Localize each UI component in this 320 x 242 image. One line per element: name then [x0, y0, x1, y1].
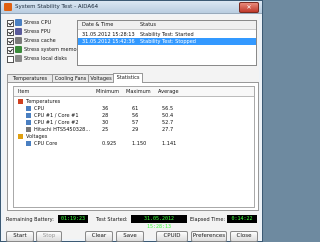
stats-row[interactable]: CPU #1 / Core #2 30 57 52.7: [14, 120, 254, 126]
memory-icon: [15, 46, 22, 53]
stress-option-label: Stress FPU: [24, 29, 51, 35]
stats-min: 0.925: [102, 141, 117, 147]
stop-button[interactable]: Stop: [36, 231, 62, 242]
stress-checkbox[interactable]: [7, 20, 14, 27]
fpu-icon: [15, 28, 22, 35]
stats-min: 25: [102, 127, 109, 133]
stats-item: Hitachi HTS5450328...: [34, 127, 91, 133]
log-row[interactable]: 31.05.2012 15:28:13 Stability Test: Start…: [78, 31, 256, 38]
stress-option-label: Stress system memory: [24, 47, 82, 53]
status-bar: Remaining Battery: 01:19:23 Test Started…: [4, 215, 259, 230]
log-status: Stability Test: Stopped: [140, 39, 196, 45]
stress-option-label: Stress cache: [24, 38, 56, 44]
save-button[interactable]: Save: [116, 231, 144, 242]
stats-item: CPU #1 / Core #1: [34, 113, 79, 119]
elapsed-time-value: 0:14:22: [227, 215, 257, 223]
stats-max: 56: [132, 113, 139, 119]
stats-avg: 56.5: [162, 106, 174, 112]
stress-option[interactable]: Stress cache: [7, 36, 75, 45]
stress-checkbox[interactable]: [7, 38, 14, 45]
cpu-icon: [15, 19, 22, 26]
stats-avg: 50.4: [162, 113, 174, 119]
stats-group-row[interactable]: Voltages: [14, 134, 254, 140]
log-col-status[interactable]: Status: [140, 22, 156, 28]
stats-item: Voltages: [26, 134, 48, 140]
stats-avg: 27.7: [162, 127, 174, 133]
stats-col-max[interactable]: Maximum: [126, 89, 151, 95]
disk-icon: [26, 127, 31, 132]
stress-option[interactable]: Stress system memory: [7, 45, 82, 54]
stats-group-row[interactable]: Temperatures: [14, 99, 254, 105]
test-started-value: 31.05.2012 15:28:13: [131, 215, 187, 230]
stats-min: 36: [102, 106, 109, 112]
test-started-label: Test Started:: [96, 217, 128, 223]
voltage-icon: [18, 134, 23, 139]
stress-checkbox[interactable]: [7, 47, 14, 54]
tab-statistics[interactable]: Statistics: [113, 73, 143, 83]
statistics-panel: Item Minimum Maximum Average Temperature…: [7, 82, 259, 211]
stress-checkbox[interactable]: [7, 56, 14, 63]
close-button[interactable]: Close: [230, 231, 258, 242]
stats-item: CPU: [34, 106, 45, 112]
stress-checkbox[interactable]: [7, 29, 14, 36]
stats-avg: 52.7: [162, 120, 174, 126]
stress-option-label: Stress local disks: [24, 56, 67, 62]
log-date: 31.05.2012 15:42:36: [82, 39, 135, 45]
temperature-icon: [18, 99, 23, 104]
stress-option[interactable]: Stress FPU: [7, 27, 75, 36]
stats-min: 28: [102, 113, 109, 119]
stats-item: Temperatures: [26, 99, 61, 105]
stats-col-avg[interactable]: Average: [158, 89, 179, 95]
stats-max: 61: [132, 106, 139, 112]
stats-row[interactable]: CPU Core 0.925 1.150 1.141: [14, 141, 254, 147]
statistics-table[interactable]: Item Minimum Maximum Average Temperature…: [13, 86, 255, 208]
stats-item: CPU Core: [34, 141, 58, 147]
cpuid-button[interactable]: CPUID: [156, 231, 188, 242]
title-bar[interactable]: System Stability Test - AIDA64 ✕: [1, 1, 262, 14]
stats-row[interactable]: CPU 36 61 56.5: [14, 106, 254, 112]
disk-icon: [15, 55, 22, 62]
main-window: System Stability Test - AIDA64 ✕ Stress …: [0, 0, 263, 242]
stats-avg: 1.141: [162, 141, 177, 147]
clear-button[interactable]: Clear: [85, 231, 113, 242]
log-col-date[interactable]: Date & Time: [82, 22, 113, 28]
cpu-icon: [26, 120, 31, 125]
start-button[interactable]: Start: [6, 231, 34, 242]
window-title: System Stability Test - AIDA64: [15, 4, 99, 10]
log-header: Date & Time Status: [78, 21, 256, 30]
app-icon: [4, 3, 12, 11]
stats-max: 1.150: [132, 141, 147, 147]
stats-header: Item Minimum Maximum Average: [14, 87, 254, 97]
log-row[interactable]: 31.05.2012 15:42:36 Stability Test: Stopp…: [78, 38, 256, 45]
preferences-button[interactable]: Preferences: [191, 231, 227, 242]
stats-col-item[interactable]: Item: [18, 89, 29, 95]
stress-options: Stress CPU Stress FPU Stress cache Stress s…: [7, 18, 82, 63]
stats-max: 57: [132, 120, 139, 126]
cpu-icon: [26, 113, 31, 118]
stress-option-label: Stress CPU: [24, 20, 52, 26]
stress-option[interactable]: Stress local disks: [7, 54, 75, 63]
cpu-icon: [26, 141, 31, 146]
elapsed-time-label: Elapsed Time:: [190, 217, 226, 223]
window-content: Stress CPU Stress FPU Stress cache Stress s…: [4, 15, 259, 242]
stats-row[interactable]: Hitachi HTS5450328... 25 29 27.7: [14, 127, 254, 133]
window-close-button[interactable]: ✕: [239, 2, 259, 13]
battery-value: 01:19:23: [58, 215, 88, 223]
stats-row[interactable]: CPU #1 / Core #1 28 56 50.4: [14, 113, 254, 119]
cpu-icon: [26, 106, 31, 111]
stats-col-min[interactable]: Minimum: [96, 89, 119, 95]
stats-max: 29: [132, 127, 139, 133]
cache-icon: [15, 37, 22, 44]
status-log[interactable]: Date & Time Status 31.05.2012 15:28:13 St…: [77, 20, 257, 66]
stats-min: 30: [102, 120, 109, 126]
stats-item: CPU #1 / Core #2: [34, 120, 79, 126]
stress-option[interactable]: Stress CPU: [7, 18, 75, 27]
battery-label: Remaining Battery:: [6, 217, 54, 223]
